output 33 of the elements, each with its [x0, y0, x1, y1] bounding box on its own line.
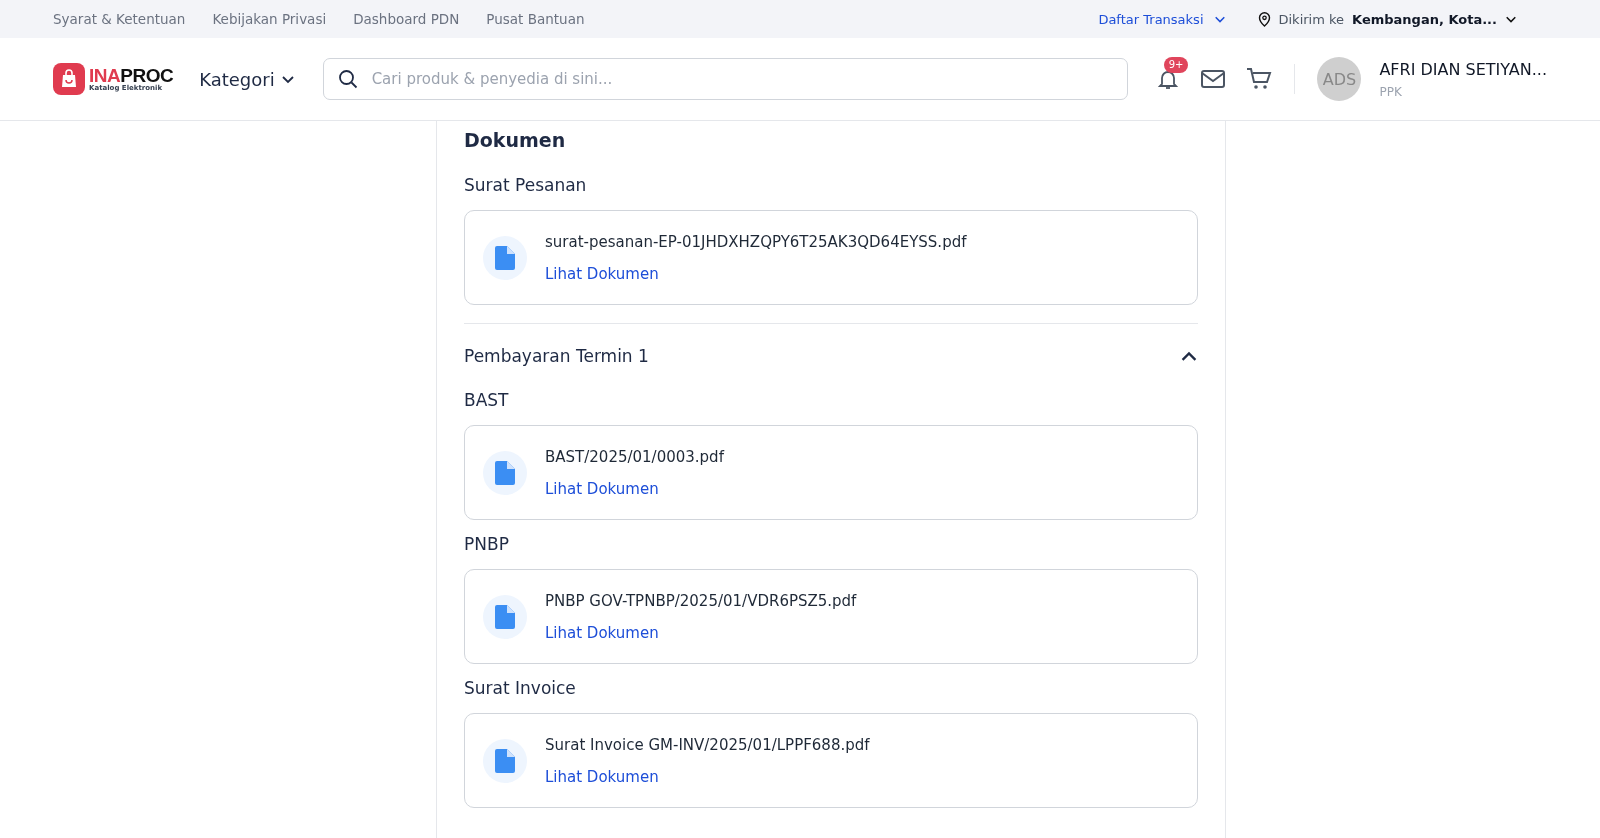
- file-name: Surat Invoice GM-INV/2025/01/LPPF688.pdf: [545, 735, 870, 754]
- view-document-link[interactable]: Lihat Dokumen: [545, 479, 659, 498]
- search-field[interactable]: Cari produk & penyedia di sini...: [322, 58, 1129, 100]
- document-label: BAST: [464, 390, 510, 410]
- category-dropdown[interactable]: Kategori: [199, 68, 295, 90]
- file-icon: [483, 594, 527, 639]
- footer-link[interactable]: Dashboard PDN: [353, 11, 460, 27]
- file-name: PNBP GOV-TPNBP/2025/01/VDR6PSZ5.pdf: [545, 591, 857, 610]
- section-title: Dokumen: [464, 128, 567, 153]
- footer-link[interactable]: Syarat & Ketentuan: [53, 11, 186, 27]
- document-label: Surat Pesanan: [464, 175, 588, 195]
- view-document-link[interactable]: Lihat Dokumen: [545, 264, 659, 283]
- location-pin-icon: [1257, 11, 1271, 27]
- file-icon: [483, 235, 527, 280]
- search-icon: [337, 69, 358, 89]
- mail-icon[interactable]: [1200, 68, 1227, 90]
- user-role: PPK: [1379, 84, 1403, 99]
- file-icon: [483, 738, 527, 783]
- notification-badge: 9+: [1163, 57, 1189, 73]
- document-label: PNBP: [464, 534, 510, 554]
- file-name: surat-pesanan-EP-01JHDXHZQPY6T25AK3QD64EYSS.pdf: [545, 232, 967, 251]
- payment-term-header[interactable]: Pembayaran Termin 1: [464, 324, 1198, 376]
- footer-link[interactable]: Pusat Bantuan: [486, 11, 585, 27]
- transactions-dropdown[interactable]: Daftar Transaksi: [1098, 11, 1226, 27]
- footer-link[interactable]: Kebijakan Privasi: [212, 11, 327, 27]
- document-label: Surat Invoice: [464, 678, 577, 698]
- view-document-link[interactable]: Lihat Dokumen: [545, 623, 659, 642]
- file-name: BAST/2025/01/0003.pdf: [545, 447, 724, 466]
- cart-icon[interactable]: [1246, 67, 1273, 91]
- view-document-link[interactable]: Lihat Dokumen: [545, 767, 659, 786]
- user-name: AFRI DIAN SETIYAN...: [1379, 59, 1547, 79]
- shipping-location-dropdown[interactable]: Dikirim ke Kembangan, Kota...: [1257, 11, 1517, 27]
- file-icon: [483, 450, 527, 495]
